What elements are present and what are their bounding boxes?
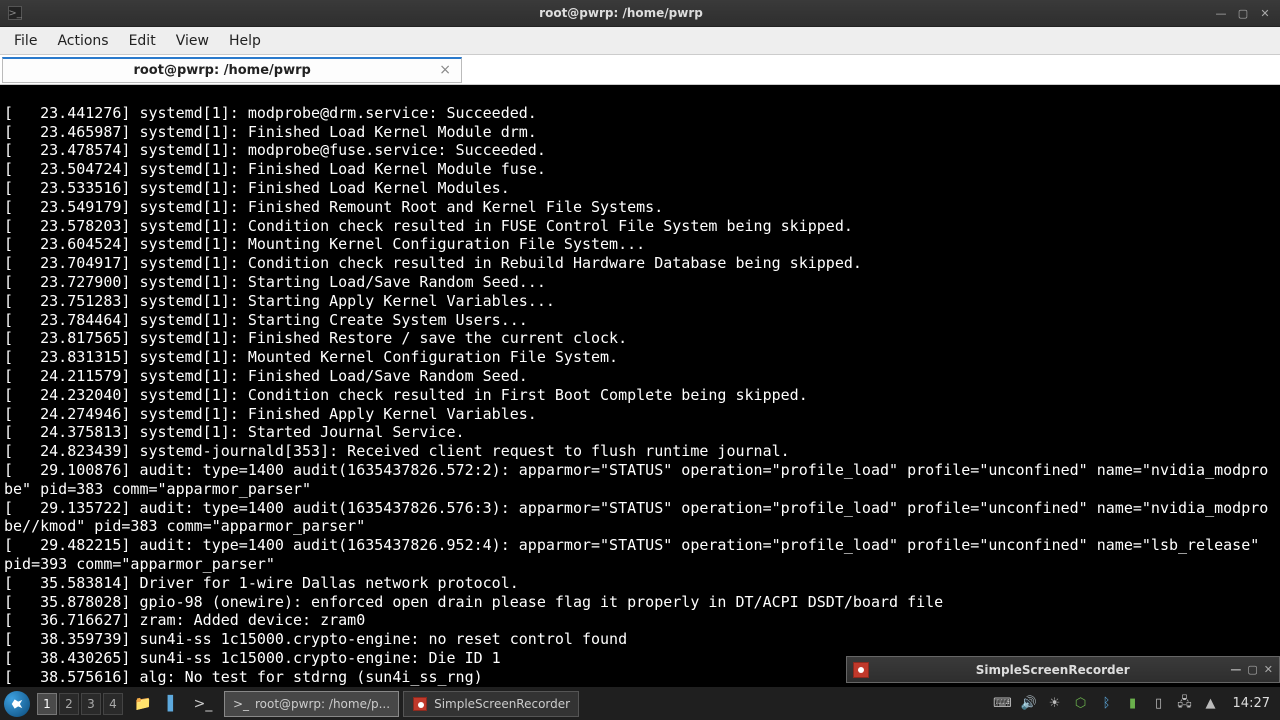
menu-actions[interactable]: Actions <box>47 29 118 53</box>
menu-help[interactable]: Help <box>219 29 271 53</box>
chat-launcher[interactable]: ▌ <box>160 691 186 717</box>
ssr-maximize-button[interactable]: ▢ <box>1247 663 1257 676</box>
task-label: SimpleScreenRecorder <box>434 697 570 711</box>
terminal-line: [ 24.823439] systemd-journald[353]: Rece… <box>4 442 1276 461</box>
ssr-window-titlebar[interactable]: SimpleScreenRecorder — ▢ ✕ <box>846 656 1280 683</box>
terminal-line: [ 23.751283] systemd[1]: Starting Apply … <box>4 292 1276 311</box>
taskbar-task-ssr[interactable]: SimpleScreenRecorder <box>403 691 579 717</box>
taskbar-task-terminal[interactable]: >_ root@pwrp: /home/p... <box>224 691 399 717</box>
window-titlebar: >_ root@pwrp: /home/pwrp — ▢ ✕ <box>0 0 1280 27</box>
terminal-line: [ 38.359739] sun4i-ss 1c15000.crypto-eng… <box>4 630 1276 649</box>
terminal-icon: >_ <box>8 6 22 20</box>
volume-icon[interactable]: 🔊 <box>1021 696 1037 712</box>
minimize-button[interactable]: — <box>1214 6 1228 20</box>
dragon-icon <box>10 697 24 711</box>
ssr-minimize-button[interactable]: — <box>1230 663 1241 676</box>
tab-terminal[interactable]: root@pwrp: /home/pwrp × <box>2 57 462 83</box>
file-manager-launcher[interactable]: 📁 <box>130 691 156 717</box>
terminal-line: [ 23.831315] systemd[1]: Mounted Kernel … <box>4 348 1276 367</box>
terminal-line: [ 29.482215] audit: type=1400 audit(1635… <box>4 536 1276 574</box>
workspace-2[interactable]: 2 <box>59 693 79 715</box>
terminal-line: [ 23.727900] systemd[1]: Starting Load/S… <box>4 273 1276 292</box>
terminal-line: [ 24.375813] systemd[1]: Started Journal… <box>4 423 1276 442</box>
terminal-line: [ 23.549179] systemd[1]: Finished Remoun… <box>4 198 1276 217</box>
clock[interactable]: 14:27 <box>1233 696 1270 711</box>
terminal-line: [ 23.578203] systemd[1]: Condition check… <box>4 217 1276 236</box>
terminal-line: [ 23.604524] systemd[1]: Mounting Kernel… <box>4 235 1276 254</box>
ssr-title: SimpleScreenRecorder <box>875 663 1230 677</box>
terminal-line: [ 23.533516] systemd[1]: Finished Load K… <box>4 179 1276 198</box>
updates-shield-icon[interactable]: ⬡ <box>1073 696 1089 712</box>
terminal-launcher[interactable]: >_ <box>190 691 216 717</box>
terminal-line: [ 23.784464] systemd[1]: Starting Create… <box>4 311 1276 330</box>
terminal-line: [ 23.817565] systemd[1]: Finished Restor… <box>4 329 1276 348</box>
menu-file[interactable]: File <box>4 29 47 53</box>
terminal-line: [ 23.441276] systemd[1]: modprobe@drm.se… <box>4 104 1276 123</box>
keyboard-icon[interactable]: ⌨ <box>995 696 1011 712</box>
terminal-line: [ 35.583814] Driver for 1-wire Dallas ne… <box>4 574 1276 593</box>
ssr-close-button[interactable]: ✕ <box>1264 663 1273 676</box>
workspace-3[interactable]: 3 <box>81 693 101 715</box>
notifications-icon[interactable]: ▲ <box>1203 696 1219 712</box>
tab-close-button[interactable]: × <box>439 62 451 78</box>
menu-view[interactable]: View <box>166 29 219 53</box>
terminal-line: [ 23.704917] systemd[1]: Condition check… <box>4 254 1276 273</box>
terminal-line: [ 24.274946] systemd[1]: Finished Apply … <box>4 405 1276 424</box>
terminal-icon: >_ <box>233 696 249 712</box>
task-label: root@pwrp: /home/p... <box>255 697 390 711</box>
workspace-4[interactable]: 4 <box>103 693 123 715</box>
terminal-output[interactable]: [ 23.441276] systemd[1]: modprobe@drm.se… <box>0 85 1280 687</box>
terminal-line: [ 24.211579] systemd[1]: Finished Load/S… <box>4 367 1276 386</box>
terminal-line: [ 36.716627] zram: Added device: zram0 <box>4 611 1276 630</box>
workspace-1[interactable]: 1 <box>37 693 57 715</box>
system-tray: ⌨ 🔊 ☀ ⬡ ᛒ ▮ ▯ 🖧 ▲ 14:27 <box>995 696 1270 712</box>
terminal-line: [ 23.504724] systemd[1]: Finished Load K… <box>4 160 1276 179</box>
terminal-line: [ 23.465987] systemd[1]: Finished Load K… <box>4 123 1276 142</box>
tab-label: root@pwrp: /home/pwrp <box>13 63 431 78</box>
close-button[interactable]: ✕ <box>1258 6 1272 20</box>
terminal-line: [ 23.478574] systemd[1]: modprobe@fuse.s… <box>4 141 1276 160</box>
record-icon <box>412 696 428 712</box>
terminal-line: [ 35.878028] gpio-98 (onewire): enforced… <box>4 593 1276 612</box>
taskbar: 1 2 3 4 📁 ▌ >_ >_ root@pwrp: /home/p... … <box>0 687 1280 720</box>
window-title: root@pwrp: /home/pwrp <box>28 6 1214 20</box>
terminal-line: [ 29.135722] audit: type=1400 audit(1635… <box>4 499 1276 537</box>
brightness-icon[interactable]: ☀ <box>1047 696 1063 712</box>
tabbar: root@pwrp: /home/pwrp × <box>0 55 1280 85</box>
maximize-button[interactable]: ▢ <box>1236 6 1250 20</box>
menu-edit[interactable]: Edit <box>119 29 166 53</box>
terminal-line: [ 29.100876] audit: type=1400 audit(1635… <box>4 461 1276 499</box>
network-icon[interactable]: 🖧 <box>1177 696 1193 712</box>
battery-full-icon[interactable]: ▮ <box>1125 696 1141 712</box>
battery-empty-icon[interactable]: ▯ <box>1151 696 1167 712</box>
menubar: File Actions Edit View Help <box>0 27 1280 55</box>
record-icon <box>853 662 869 678</box>
terminal-line: [ 24.232040] systemd[1]: Condition check… <box>4 386 1276 405</box>
start-menu-button[interactable] <box>4 691 30 717</box>
bluetooth-icon[interactable]: ᛒ <box>1099 696 1115 712</box>
